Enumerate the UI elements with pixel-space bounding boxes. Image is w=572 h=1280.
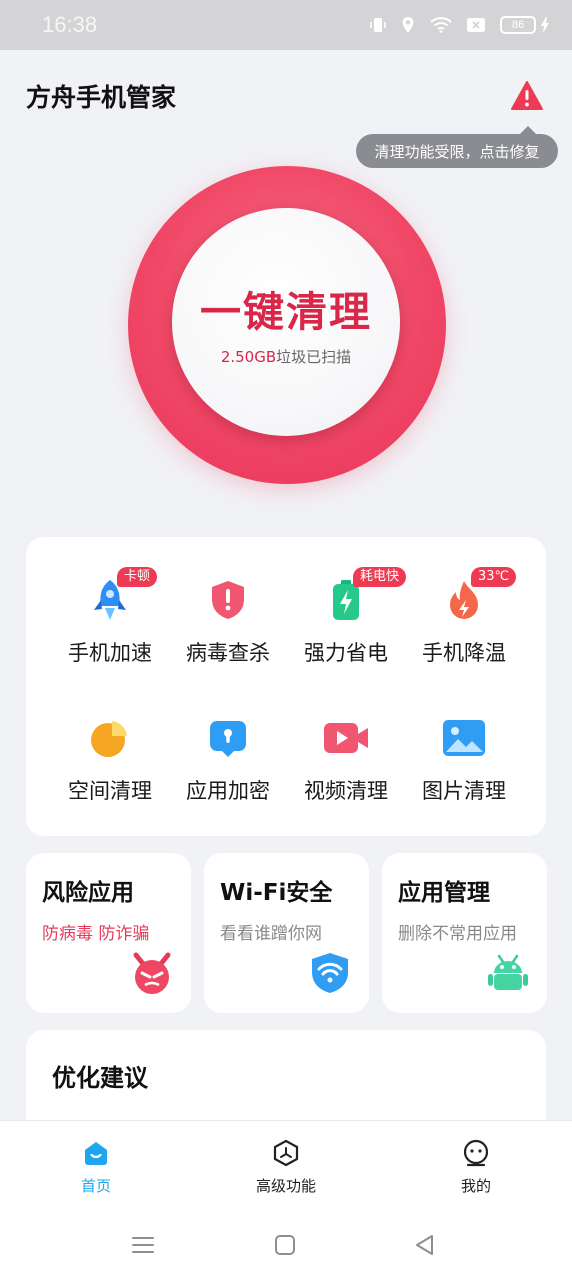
system-nav-bar [0, 1210, 572, 1280]
wifi-status-icon [430, 16, 452, 34]
suggestions-title: 优化建议 [52, 1064, 148, 1092]
nav-advanced[interactable]: 高级功能 [231, 1139, 341, 1196]
nav-label: 首页 [80, 1177, 111, 1195]
shield-alert-icon [205, 577, 251, 623]
warning-tooltip[interactable]: 清理功能受限，点击修复 [356, 126, 558, 168]
no-sim-icon [466, 16, 486, 34]
feature-wifi-security[interactable]: Wi-Fi安全 看看谁蹭你网 [204, 853, 369, 1013]
feature-subtitle: 删除不常用应用 [398, 924, 517, 944]
junk-size: 2.50GB [220, 347, 277, 366]
vibrate-icon [370, 16, 386, 34]
tool-video-clean[interactable]: 视频清理 [287, 715, 405, 805]
back-triangle-icon [416, 1235, 433, 1255]
wifi-shield-icon [309, 951, 351, 995]
status-icons: 86 [370, 16, 550, 34]
feature-app-manager[interactable]: 应用管理 删除不常用应用 [382, 853, 547, 1013]
flame-icon: 33℃ [441, 567, 517, 623]
tool-space-clean[interactable]: 空间清理 [51, 715, 169, 805]
app-title: 方舟手机管家 [26, 83, 177, 112]
status-bar: 16:38 86 [0, 0, 572, 50]
feature-title: Wi-Fi安全 [220, 880, 333, 906]
hexagon-icon [272, 1139, 300, 1167]
pie-chart-icon [87, 715, 133, 761]
tool-label: 手机降温 [422, 641, 506, 665]
tool-label: 应用加密 [186, 779, 270, 803]
tool-label: 病毒查杀 [186, 641, 270, 665]
android-icon [487, 951, 529, 995]
battery-indicator: 86 [500, 16, 536, 34]
tool-label: 视频清理 [304, 779, 388, 803]
profile-icon [462, 1139, 490, 1167]
video-icon [323, 715, 369, 761]
rocket-icon: 卡顿 [87, 567, 158, 623]
tool-app-lock[interactable]: 应用加密 [169, 715, 287, 805]
feature-subtitle: 看看谁蹭你网 [220, 924, 322, 944]
feature-title: 应用管理 [398, 880, 490, 906]
image-icon [441, 715, 487, 761]
menu-icon [132, 1237, 154, 1253]
tool-cool-down[interactable]: 33℃ 手机降温 [405, 567, 523, 667]
tool-label: 空间清理 [68, 779, 152, 803]
square-icon [275, 1235, 295, 1255]
recent-apps-button[interactable] [130, 1232, 156, 1258]
junk-suffix: 垃圾已扫描 [276, 347, 352, 366]
nav-profile[interactable]: 我的 [421, 1139, 531, 1196]
warning-triangle-icon [511, 81, 543, 110]
nav-label: 高级功能 [255, 1177, 316, 1195]
feature-risky-apps[interactable]: 风险应用 防病毒 防诈骗 [26, 853, 191, 1013]
status-time: 16:38 [42, 12, 98, 37]
tool-image-clean[interactable]: 图片清理 [405, 715, 523, 805]
location-icon [400, 16, 416, 34]
back-button[interactable] [412, 1232, 438, 1258]
lock-icon [205, 715, 251, 761]
junk-scan-summary: 2.50GB垃圾已扫描 [221, 346, 351, 367]
battery-icon: 耗电快 [323, 567, 407, 623]
tool-virus-scan[interactable]: 病毒查杀 [169, 577, 287, 667]
badge: 卡顿 [117, 567, 158, 587]
nav-label: 我的 [460, 1177, 491, 1195]
badge: 耗电快 [353, 567, 407, 587]
feature-subtitle: 防病毒 防诈骗 [42, 924, 150, 944]
home-system-button[interactable] [272, 1232, 298, 1258]
tool-phone-boost[interactable]: 卡顿 手机加速 [51, 567, 169, 667]
badge: 33℃ [471, 567, 517, 587]
feature-title: 风险应用 [42, 880, 134, 906]
tools-card: 卡顿 手机加速 病毒查杀 耗电快 强力省电 33℃ 手机降温 空间清理 应用加密 [26, 537, 546, 836]
tool-label: 强力省电 [304, 641, 388, 665]
charging-icon [540, 16, 550, 34]
tool-power-save[interactable]: 耗电快 强力省电 [287, 567, 407, 667]
warning-button[interactable] [510, 80, 544, 112]
one-key-clean-button[interactable]: 一键清理 2.50GB垃圾已扫描 [172, 208, 400, 436]
nav-home[interactable]: 首页 [41, 1139, 151, 1196]
home-icon [82, 1139, 110, 1167]
tool-label: 图片清理 [422, 779, 506, 803]
tool-label: 手机加速 [68, 641, 152, 665]
devil-icon [131, 951, 173, 995]
clean-button-label: 一键清理 [200, 287, 372, 336]
